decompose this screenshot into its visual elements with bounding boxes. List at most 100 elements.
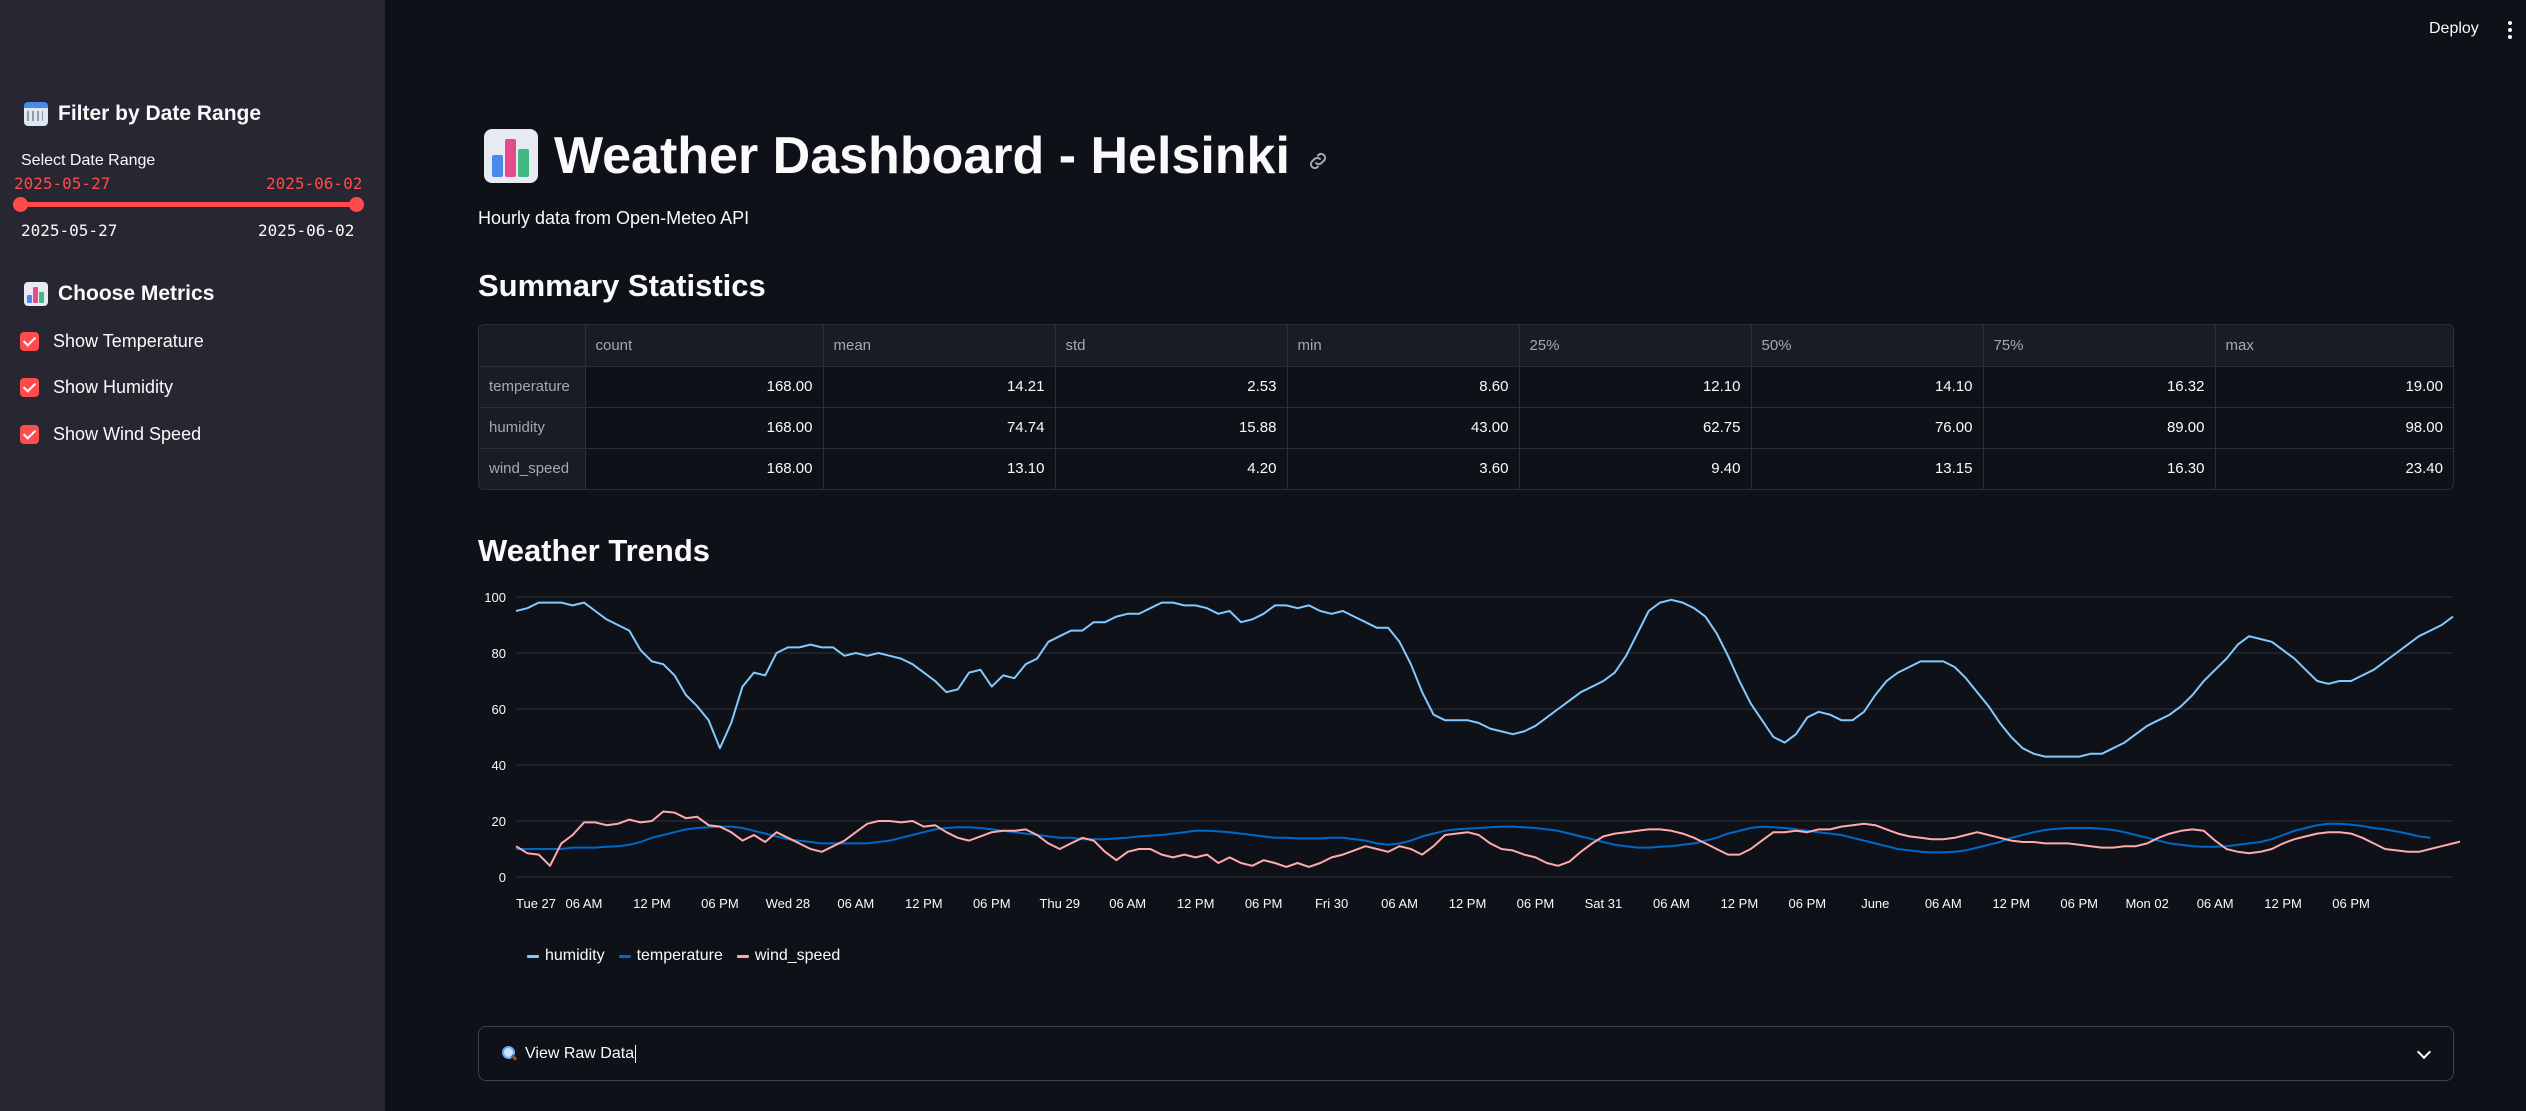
filter-heading-text: Filter by Date Range [58, 102, 262, 125]
x-tick-label: 12 PM [905, 896, 943, 911]
series-line-humidity [515, 598, 2454, 758]
x-tick-label: Wed 28 [766, 896, 811, 911]
x-tick-label: Thu 29 [1039, 896, 1079, 911]
table-cell: 62.75 [1519, 407, 1752, 449]
weather-trends-chart[interactable]: 0 20 40 60 80 100 Tue 27 06 AM 12 PM 06 PM Wed 28 0… [470, 585, 2460, 925]
table-cell: 3.60 [1287, 448, 1520, 489]
column-header[interactable]: std [1055, 325, 1288, 367]
x-tick-label: 06 AM [2197, 896, 2234, 911]
series-line-wind-speed [515, 810, 2460, 868]
series-line-temperature [516, 822, 2431, 854]
legend-item-temperature[interactable]: temperature [618, 947, 723, 965]
x-tick-label: 06 PM [701, 896, 739, 911]
x-tick-label: Tue 27 [516, 896, 556, 911]
page-title: Weather Dashboard - Helsinki [554, 127, 1290, 185]
row-header: humidity [479, 407, 586, 449]
checkbox-label: Show Wind Speed [53, 424, 202, 444]
x-tick-label: 12 PM [1721, 896, 1759, 911]
column-header [479, 325, 586, 367]
summary-table[interactable]: count mean std min 25% 50% 75% max tempe… [478, 324, 2454, 490]
table-cell: 13.10 [823, 448, 1056, 489]
chevron-down-icon[interactable] [2416, 1044, 2432, 1060]
vertical-dots-icon[interactable] [2508, 21, 2512, 39]
x-tick-label: 06 AM [1653, 896, 1690, 911]
magnifier-icon [501, 1045, 517, 1062]
checkbox-checked-icon[interactable] [20, 332, 39, 351]
x-tick-label: 12 PM [1449, 896, 1487, 911]
checkbox-show-wind-speed[interactable]: Show Wind Speed [20, 424, 201, 445]
slider-end-thumb[interactable] [349, 197, 364, 212]
table-cell: 74.74 [823, 407, 1056, 449]
slider-start-thumb[interactable] [13, 197, 28, 212]
table-row: humidity 168.00 74.74 15.88 43.00 62.75 … [479, 407, 2453, 449]
deploy-button[interactable]: Deploy [2429, 20, 2479, 38]
x-tick-label: 06 PM [2332, 896, 2370, 911]
x-tick-label: Mon 02 [2125, 896, 2168, 911]
table-cell: 98.00 [2215, 407, 2453, 449]
legend-swatch [527, 954, 539, 958]
column-header[interactable]: 25% [1519, 325, 1752, 367]
x-tick-label: 06 AM [837, 896, 874, 911]
x-tick-label: 06 PM [1789, 896, 1827, 911]
slider-max-label: 2025-06-02 [258, 221, 355, 240]
table-cell: 168.00 [585, 366, 824, 408]
table-cell: 12.10 [1519, 366, 1752, 408]
x-tick-label: 06 PM [2060, 896, 2098, 911]
page-title-row: Weather Dashboard - Helsinki [484, 126, 1330, 186]
trends-heading: Weather Trends [478, 533, 711, 568]
y-tick-label: 80 [492, 646, 506, 661]
table-cell: 16.30 [1983, 448, 2216, 489]
column-header[interactable]: 50% [1751, 325, 1984, 367]
checkbox-show-temperature[interactable]: Show Temperature [20, 331, 204, 352]
legend-label: temperature [636, 947, 723, 964]
y-tick-label: 40 [492, 758, 506, 773]
bar-chart-icon [24, 282, 48, 306]
metrics-heading: Choose Metrics [24, 282, 214, 306]
expander-label: View Raw Data [525, 1044, 635, 1062]
table-cell: 76.00 [1751, 407, 1984, 449]
column-header[interactable]: count [585, 325, 824, 367]
filter-heading: Filter by Date Range [24, 102, 261, 126]
slider-start-value: 2025-05-27 [14, 174, 111, 193]
table-cell: 4.20 [1055, 448, 1288, 489]
metrics-heading-text: Choose Metrics [58, 282, 215, 305]
summary-heading: Summary Statistics [478, 268, 766, 303]
slider-min-label: 2025-05-27 [21, 221, 118, 240]
slider-label: Select Date Range [21, 152, 156, 169]
column-header[interactable]: 75% [1983, 325, 2216, 367]
legend-item-wind-speed[interactable]: wind_speed [736, 947, 841, 965]
table-cell: 14.10 [1751, 366, 1984, 408]
table-cell: 2.53 [1055, 366, 1288, 408]
legend-item-humidity[interactable]: humidity [527, 947, 605, 965]
column-header[interactable]: max [2215, 325, 2453, 367]
x-tick-label: 06 PM [1517, 896, 1555, 911]
table-cell: 13.15 [1751, 448, 1984, 489]
text-cursor [635, 1044, 637, 1063]
table-cell: 8.60 [1287, 366, 1520, 408]
x-tick-label: 12 PM [2264, 896, 2302, 911]
raw-data-expander[interactable]: View Raw Data [478, 1026, 2454, 1081]
column-header[interactable]: min [1287, 325, 1520, 367]
table-cell: 14.21 [823, 366, 1056, 408]
x-tick-label: 12 PM [1177, 896, 1215, 911]
date-range-slider-track[interactable] [20, 202, 356, 207]
checkbox-show-humidity[interactable]: Show Humidity [20, 377, 173, 398]
checkbox-checked-icon[interactable] [20, 425, 39, 444]
x-tick-label: 06 AM [1925, 896, 1962, 911]
x-tick-label: 06 AM [1381, 896, 1418, 911]
x-tick-label: 12 PM [633, 896, 671, 911]
row-header: wind_speed [479, 448, 586, 489]
anchor-link-icon[interactable] [1306, 149, 1330, 173]
column-header[interactable]: mean [823, 325, 1056, 367]
checkbox-label: Show Humidity [53, 377, 174, 397]
x-tick-label: June [1861, 896, 1889, 911]
x-tick-label: 12 PM [1992, 896, 2030, 911]
legend-label: humidity [545, 947, 605, 964]
checkbox-checked-icon[interactable] [20, 378, 39, 397]
legend-swatch [618, 954, 631, 958]
y-tick-label: 60 [492, 702, 506, 717]
calendar-icon [24, 102, 48, 126]
checkbox-label: Show Temperature [53, 331, 204, 351]
y-tick-label: 100 [484, 590, 506, 605]
legend-label: wind_speed [754, 947, 841, 964]
